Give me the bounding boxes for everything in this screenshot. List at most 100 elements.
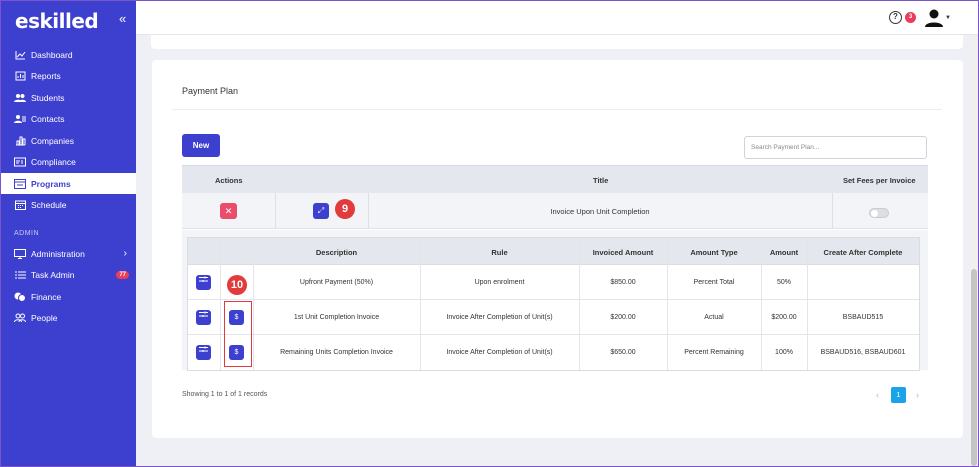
user-avatar-icon[interactable] — [924, 8, 944, 28]
double-chevron-left-icon[interactable]: « — [119, 11, 126, 26]
rule-cell: Invoice After Completion of Unit(s) — [446, 314, 553, 321]
description-cell: Remaining Units Completion Invoice — [280, 349, 393, 356]
payment-plan-card: Payment Plan New Actions Title Set Fees … — [152, 60, 963, 438]
amount-header: Amount — [769, 248, 799, 257]
sidebar-item-label: Compliance — [31, 156, 76, 167]
sidebar-item-administration[interactable]: Administration › — [1, 243, 136, 264]
sidebar-item-label: Reports — [31, 70, 61, 81]
top-header: ? 3 ▼ — [136, 1, 978, 35]
sidebar-item-compliance[interactable]: Compliance — [1, 151, 136, 172]
divider — [172, 109, 942, 110]
rule-cell: Upon enrolment — [474, 279, 525, 286]
sidebar-item-label: Finance — [31, 291, 62, 302]
pagination-next-button[interactable]: › — [916, 390, 919, 400]
highlight-box — [224, 301, 252, 367]
set-fees-header: Set Fees per Invoice — [843, 176, 916, 185]
edit-button[interactable] — [196, 345, 211, 360]
sidebar-item-reports[interactable]: Reports — [1, 65, 136, 86]
invoice-table-header: Description Rule Invoiced Amount Amount … — [188, 238, 919, 265]
table-row: ✕ ⤢ Invoice Upon Unit Completion — [182, 193, 928, 229]
chevron-right-icon: › — [123, 248, 127, 259]
sidebar-item-finance[interactable]: Finance — [1, 286, 136, 307]
amount-cell: $200.00 — [771, 314, 797, 321]
invoiced-amount-cell: $200.00 — [610, 314, 636, 321]
calendar-icon — [14, 200, 26, 210]
amount-type-cell: Actual — [704, 314, 724, 321]
invoiced-amount-header: Invoiced Amount — [592, 248, 654, 257]
monitor-icon — [14, 248, 26, 259]
rule-cell: Invoice After Completion of Unit(s) — [446, 349, 553, 356]
create-after-header: Create After Complete — [823, 248, 903, 257]
task-count-badge: 77 — [116, 270, 129, 279]
app-frame: eskilled « Dashboard Reports Students Co… — [1, 1, 978, 466]
admin-section-label: ADMIN — [14, 230, 40, 237]
sidebar-item-label: Dashboard — [31, 49, 73, 60]
payment-plan-table: Actions Title Set Fees per Invoice ✕ ⤢ I… — [182, 165, 928, 229]
invoiced-amount-cell: $850.00 — [610, 279, 636, 286]
table-row: $ 1st Unit Completion Invoice Invoice Af… — [188, 300, 919, 335]
sidebar-item-people[interactable]: People — [1, 307, 136, 328]
title-header: Title — [593, 176, 609, 185]
chart-line-icon — [14, 50, 26, 60]
description-cell: 1st Unit Completion Invoice — [293, 314, 380, 321]
description-cell: Upfront Payment (50%) — [299, 279, 374, 286]
sidebar-item-programs[interactable]: Programs — [1, 173, 136, 194]
invoice-subtable-container: Description Rule Invoiced Amount Amount … — [182, 230, 928, 371]
sidebar-item-students[interactable]: Students — [1, 87, 136, 108]
contacts-icon — [14, 114, 26, 124]
sidebar-item-label: People — [31, 312, 58, 323]
sidebar-item-task-admin[interactable]: Task Admin 77 — [1, 264, 136, 285]
help-icon[interactable]: ? — [889, 11, 902, 24]
amount-type-cell: Percent Total — [693, 279, 735, 286]
pagination-prev-button[interactable]: ‹ — [876, 390, 879, 400]
eskilled-logo[interactable]: eskilled — [15, 9, 99, 33]
people-icon — [14, 313, 26, 323]
set-fees-toggle[interactable] — [869, 208, 889, 218]
sidebar-item-dashboard[interactable]: Dashboard — [1, 44, 136, 65]
sidebar-item-label: Administration — [31, 248, 85, 259]
invoice-table: Description Rule Invoiced Amount Amount … — [187, 237, 920, 371]
sidebar: eskilled « Dashboard Reports Students Co… — [1, 1, 136, 466]
table-header: Actions Title Set Fees per Invoice — [182, 165, 928, 193]
step-marker-9: 9 — [335, 199, 355, 219]
new-button[interactable]: New — [182, 134, 220, 157]
expand-button[interactable]: ⤢ — [313, 203, 329, 219]
previous-card-bottom — [151, 35, 963, 49]
sidebar-item-label: Companies — [31, 135, 74, 146]
sidebar-item-companies[interactable]: Companies — [1, 130, 136, 151]
create-after-cell: BSBAUD516, BSBAUD601 — [820, 349, 906, 356]
help-badge: 3 — [905, 12, 916, 23]
users-icon — [14, 93, 26, 103]
amount-cell: 50% — [776, 279, 791, 286]
scrollbar-thumb[interactable] — [971, 269, 977, 466]
invoiced-amount-cell: $650.00 — [610, 349, 636, 356]
sidebar-item-label: Programs — [31, 178, 71, 189]
amount-cell: 100% — [775, 349, 793, 356]
window-icon — [14, 178, 26, 189]
edit-button[interactable] — [196, 310, 211, 325]
rule-header: Rule — [491, 248, 508, 257]
building-icon — [14, 136, 26, 146]
id-card-icon — [14, 157, 26, 167]
sidebar-item-contacts[interactable]: Contacts — [1, 108, 136, 129]
report-icon — [14, 71, 26, 81]
table-row: $ Remaining Units Completion Invoice Inv… — [188, 335, 919, 370]
sidebar-item-label: Students — [31, 92, 65, 103]
search-payment-plan-input[interactable] — [744, 136, 927, 159]
plan-title: Invoice Upon Unit Completion — [550, 207, 650, 216]
records-summary: Showing 1 to 1 of 1 records — [182, 391, 268, 398]
sidebar-item-label: Schedule — [31, 199, 67, 210]
sidebar-item-schedule[interactable]: Schedule — [1, 194, 136, 215]
delete-button[interactable]: ✕ — [220, 203, 237, 219]
card-title: Payment Plan — [182, 86, 239, 96]
edit-button[interactable] — [196, 275, 211, 290]
create-after-cell: BSBAUD515 — [842, 314, 884, 321]
description-header: Description — [315, 248, 358, 257]
table-row: Upfront Payment (50%) Upon enrolment $85… — [188, 265, 919, 300]
pagination-page-1[interactable]: 1 — [891, 387, 906, 403]
sidebar-item-label: Task Admin — [31, 269, 75, 280]
amount-type-header: Amount Type — [690, 248, 738, 257]
caret-down-icon[interactable]: ▼ — [945, 15, 951, 21]
sidebar-item-label: Contacts — [31, 113, 65, 124]
coins-icon — [14, 292, 26, 302]
